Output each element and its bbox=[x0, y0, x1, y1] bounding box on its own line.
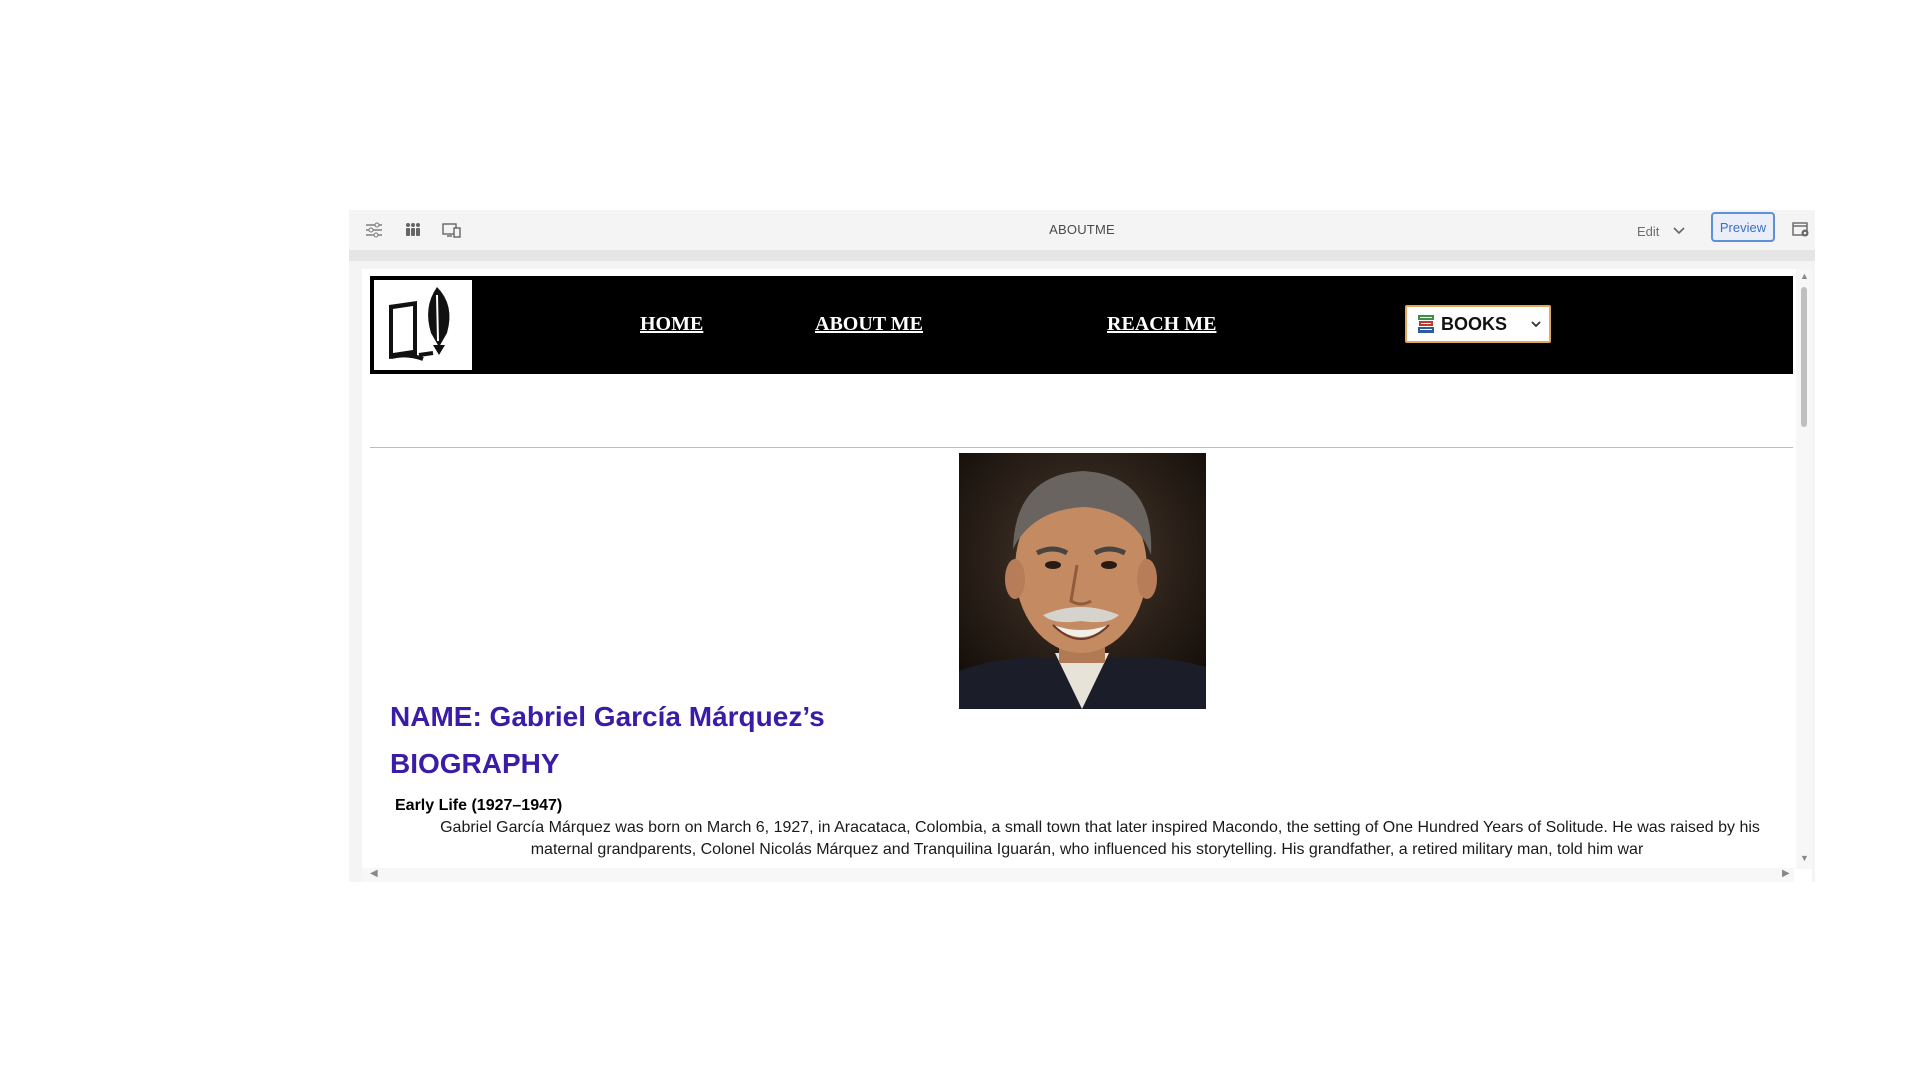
book-stack-icon bbox=[1418, 315, 1434, 333]
divider bbox=[370, 447, 1793, 448]
page-editor: ABOUTME Edit Preview HOME ABOUT ME REACH… bbox=[349, 210, 1815, 882]
nav-link-reach[interactable]: REACH ME bbox=[1107, 313, 1216, 336]
books-dropdown-label: BOOKS bbox=[1441, 313, 1508, 334]
scroll-left-icon[interactable]: ◀ bbox=[370, 868, 378, 879]
vertical-scrollbar[interactable]: ▲ ▼ bbox=[1796, 269, 1812, 869]
canvas-gutter bbox=[349, 251, 1815, 261]
author-portrait bbox=[959, 453, 1206, 709]
scroll-down-icon[interactable]: ▼ bbox=[1800, 853, 1809, 863]
mode-label: Edit bbox=[1637, 223, 1660, 239]
section-title: Early Life (1927–1947) bbox=[395, 797, 563, 814]
editor-toolbar: ABOUTME Edit Preview bbox=[349, 210, 1815, 251]
scroll-right-icon[interactable]: ▶ bbox=[1782, 868, 1790, 879]
books-dropdown[interactable]: BOOKS bbox=[1405, 305, 1551, 343]
nav-link-home[interactable]: HOME bbox=[640, 313, 703, 336]
preview-frame: HOME ABOUT ME REACH ME BOOKS NAME: Gabri… bbox=[362, 269, 1812, 882]
chevron-down-icon bbox=[1673, 227, 1685, 235]
biography-paragraph: Gabriel García Márquez was born on March… bbox=[440, 819, 1760, 858]
site-navbar: HOME ABOUT ME REACH ME BOOKS bbox=[370, 276, 1793, 374]
preview-button[interactable]: Preview bbox=[1711, 212, 1775, 242]
horizontal-scrollbar[interactable]: ◀ ▶ bbox=[362, 868, 1794, 882]
page-title: ABOUTME bbox=[1049, 222, 1115, 237]
name-heading: NAME: Gabriel García Márquez’s bbox=[390, 701, 825, 732]
mode-dropdown[interactable]: Edit bbox=[1637, 220, 1685, 242]
chevron-down-icon bbox=[1531, 321, 1541, 328]
scroll-thumb[interactable] bbox=[1801, 287, 1807, 427]
nav-link-about[interactable]: ABOUT ME bbox=[815, 313, 923, 336]
biography-heading: BIOGRAPHY bbox=[390, 748, 560, 779]
book-quill-logo-icon[interactable] bbox=[372, 278, 474, 372]
site-page: HOME ABOUT ME REACH ME BOOKS NAME: Gabri… bbox=[362, 269, 1794, 869]
page-settings-icon[interactable] bbox=[1791, 220, 1811, 240]
scroll-up-icon[interactable]: ▲ bbox=[1800, 271, 1809, 281]
